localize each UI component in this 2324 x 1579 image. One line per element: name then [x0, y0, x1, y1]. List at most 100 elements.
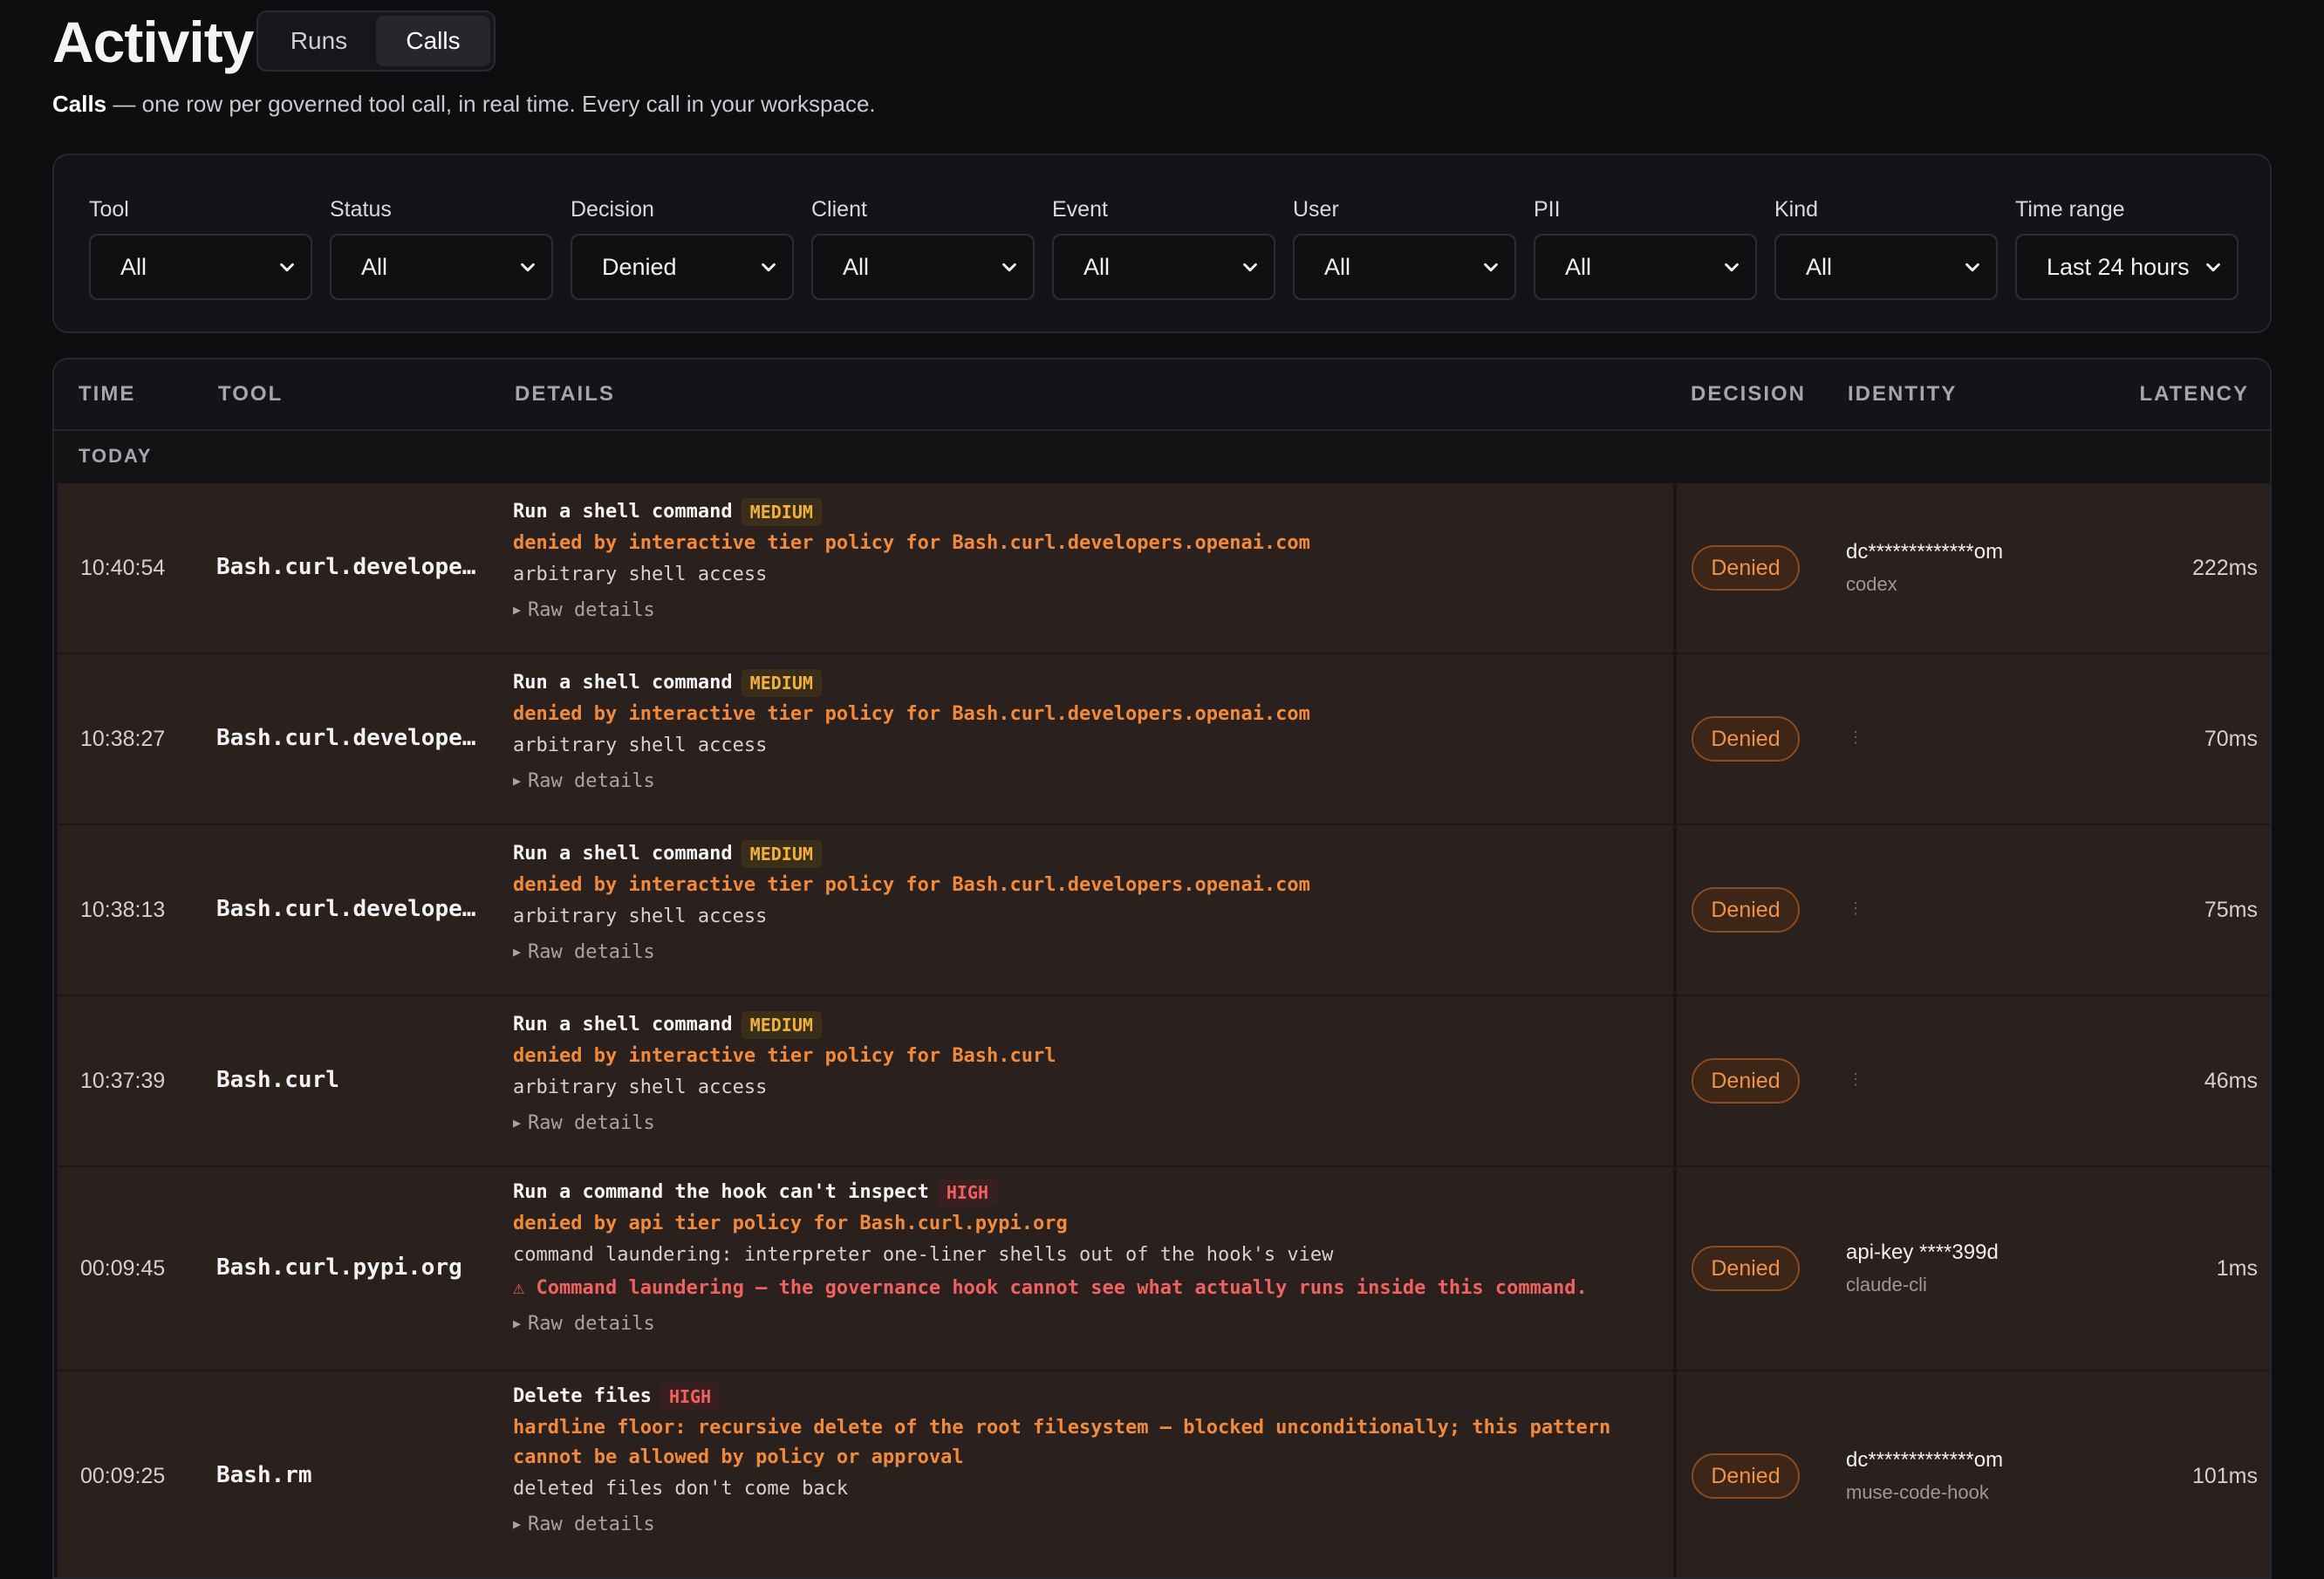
- column-divider: [1673, 654, 1677, 824]
- filter-select[interactable]: All: [1774, 234, 1998, 300]
- call-time: 10:40:54: [80, 556, 166, 580]
- call-time: 10:38:13: [80, 898, 166, 922]
- column-divider: [1673, 1167, 1677, 1370]
- tool-name: Bash.curl.developers.openai.com: [216, 725, 478, 751]
- filter-value: All: [120, 253, 147, 280]
- table-row[interactable]: 10:38:13 Bash.curl.developers.openai.com R…: [58, 825, 2270, 996]
- filter-value: All: [361, 253, 388, 280]
- call-details: Run a shell command MEDIUM denied by inter…: [513, 837, 1673, 971]
- col-details: DETAILS: [515, 382, 615, 406]
- risk-tier-badge: MEDIUM: [741, 840, 822, 868]
- decision-badge: Denied: [1692, 1453, 1800, 1499]
- table-row[interactable]: 10:40:54 Bash.curl.developers.openai.com R…: [58, 483, 2270, 654]
- identity-client: muse-code-hook: [1846, 1481, 1989, 1503]
- group-today: TODAY: [54, 431, 2270, 482]
- detail-note: command laundering: interpreter one-line…: [513, 1244, 1334, 1266]
- identity-empty-icon: ⋮: [1848, 899, 1863, 917]
- caret-right-icon: ▶: [513, 1316, 522, 1331]
- latency-value: 101ms: [2191, 1464, 2258, 1488]
- filter-time-range: Time range Last 24 hours: [2015, 194, 2239, 300]
- identity-value: api-key ****399d: [1846, 1241, 1999, 1264]
- table-row[interactable]: 00:09:45 Bash.curl.pypi.org Run a command …: [58, 1167, 2270, 1371]
- decision-badge: Denied: [1692, 716, 1800, 762]
- calls-table: TIME TOOL DETAILS DECISION IDENTITY LATE…: [52, 358, 2272, 1579]
- subtitle-text: — one row per governed tool call, in rea…: [106, 91, 876, 117]
- call-time: 00:09:45: [80, 1256, 166, 1281]
- filter-select[interactable]: All: [330, 234, 553, 300]
- raw-details-toggle[interactable]: ▶ Raw details: [513, 762, 1673, 800]
- detail-note: arbitrary shell access: [513, 735, 768, 756]
- tool-name: Bash.curl.developers.openai.com: [216, 554, 478, 580]
- risk-tier-badge: MEDIUM: [741, 498, 822, 526]
- filter-select[interactable]: Denied: [571, 234, 794, 300]
- col-time: TIME: [79, 382, 136, 406]
- detail-note: deleted files don't come back: [513, 1478, 849, 1500]
- filter-value: All: [1083, 253, 1111, 280]
- detail-reason-cont: cannot be allowed by policy or approval: [513, 1446, 964, 1468]
- raw-details-toggle[interactable]: ▶ Raw details: [513, 1104, 1673, 1142]
- filter-label: PII: [1534, 197, 1561, 222]
- filter-label: Event: [1052, 197, 1108, 222]
- identity-client: codex: [1846, 573, 1897, 595]
- decision-badge: Denied: [1692, 545, 1800, 591]
- filter-select[interactable]: All: [89, 234, 312, 300]
- filter-value: All: [1565, 253, 1592, 280]
- filter-select[interactable]: All: [1052, 234, 1275, 300]
- filter-select[interactable]: All: [1293, 234, 1516, 300]
- tab-runs[interactable]: Runs: [262, 16, 376, 66]
- call-time: 10:37:39: [80, 1069, 166, 1093]
- filter-label: Client: [811, 197, 867, 222]
- filter-label: Time range: [2015, 197, 2125, 222]
- col-decision: DECISION: [1691, 382, 1807, 406]
- filter-select[interactable]: Last 24 hours: [2015, 234, 2239, 300]
- chevron-down-icon: [1484, 263, 1498, 272]
- column-divider: [1673, 483, 1677, 653]
- filter-select[interactable]: All: [811, 234, 1035, 300]
- group-label: TODAY: [79, 445, 153, 467]
- col-tool: TOOL: [218, 382, 284, 406]
- filter-select[interactable]: All: [1534, 234, 1757, 300]
- caret-right-icon: ▶: [513, 602, 522, 618]
- call-time: 10:38:27: [80, 727, 166, 751]
- filter-value: All: [843, 253, 870, 280]
- filter-label: Kind: [1774, 197, 1819, 222]
- table-header: TIME TOOL DETAILS DECISION IDENTITY LATE…: [54, 359, 2270, 431]
- raw-details-toggle[interactable]: ▶ Raw details: [513, 1506, 1673, 1543]
- chevron-down-icon: [762, 263, 776, 272]
- filter-label: Status: [330, 197, 392, 222]
- column-divider: [1673, 996, 1677, 1165]
- raw-details-toggle[interactable]: ▶ Raw details: [513, 1305, 1673, 1343]
- tool-name: Bash.curl.pypi.org: [216, 1254, 462, 1281]
- risk-tier-badge: MEDIUM: [741, 669, 822, 697]
- latency-value: 75ms: [2204, 898, 2258, 922]
- caret-right-icon: ▶: [513, 1516, 522, 1532]
- filter-value: Last 24 hours: [2047, 253, 2190, 280]
- caret-right-icon: ▶: [513, 773, 522, 789]
- filter-panel: Tool All Status All Decision Denied Client All E…: [52, 154, 2272, 333]
- table-row[interactable]: 10:37:39 Bash.curl Run a shell command MEDI…: [58, 996, 2270, 1167]
- detail-reason: denied by interactive tier policy for Ba…: [513, 1045, 1056, 1067]
- identity-client: claude-cli: [1846, 1274, 1927, 1295]
- decision-badge: Denied: [1692, 887, 1800, 933]
- chevron-down-icon: [1243, 263, 1257, 272]
- tab-calls[interactable]: Calls: [376, 16, 490, 66]
- raw-details-toggle[interactable]: ▶ Raw details: [513, 591, 1673, 629]
- table-row[interactable]: 00:09:25 Bash.rm Delete files HIGH hardline …: [58, 1371, 2270, 1577]
- detail-warning: ⚠ Command laundering — the governance ho…: [513, 1277, 1588, 1299]
- filter-value: Denied: [602, 253, 677, 280]
- call-details: Run a shell command MEDIUM denied by inter…: [513, 666, 1673, 800]
- latency-value: 1ms: [2216, 1256, 2258, 1281]
- identity-empty-icon: ⋮: [1848, 1070, 1863, 1088]
- raw-details-toggle[interactable]: ▶ Raw details: [513, 933, 1673, 971]
- filter-value: All: [1324, 253, 1351, 280]
- page-subtitle: Calls — one row per governed tool call, …: [52, 91, 876, 118]
- page-title: Activity: [52, 10, 254, 74]
- table-row[interactable]: 10:38:27 Bash.curl.developers.openai.com R…: [58, 654, 2270, 825]
- detail-title: Delete files HIGH: [513, 1380, 1673, 1413]
- risk-tier-badge: HIGH: [937, 1179, 997, 1206]
- chevron-down-icon: [521, 263, 535, 272]
- detail-reason: denied by api tier policy for Bash.curl.…: [513, 1213, 1068, 1234]
- chevron-down-icon: [280, 263, 294, 272]
- chevron-down-icon: [1725, 263, 1739, 272]
- filter-tool: Tool All: [89, 194, 312, 300]
